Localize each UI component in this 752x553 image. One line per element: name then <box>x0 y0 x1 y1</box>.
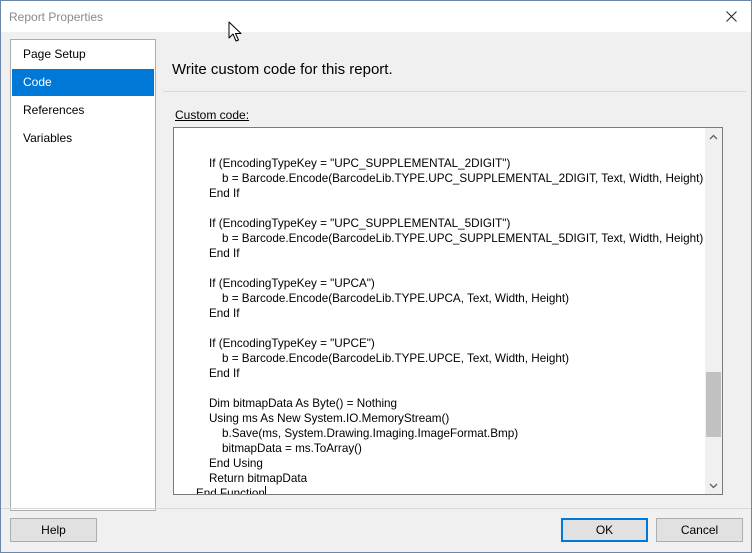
help-button[interactable]: Help <box>10 518 97 542</box>
code-line: End If <box>196 367 240 380</box>
ok-button[interactable]: OK <box>561 518 648 542</box>
scroll-down-button[interactable] <box>705 477 722 494</box>
code-line: End If <box>196 247 240 260</box>
report-properties-dialog: Report Properties Page Setup Code Refere… <box>0 0 752 553</box>
window-title: Report Properties <box>9 10 104 24</box>
page-heading: Write custom code for this report. <box>172 61 393 78</box>
nav-item-page-setup[interactable]: Page Setup <box>12 41 154 68</box>
code-line: Using ms As New System.IO.MemoryStream() <box>196 412 450 425</box>
code-line: bitmapData = ms.ToArray() <box>196 442 362 455</box>
code-line: b = Barcode.Encode(BarcodeLib.TYPE.UPC_S… <box>196 172 704 185</box>
code-line: b = Barcode.Encode(BarcodeLib.TYPE.UPCE,… <box>196 352 569 365</box>
nav-list: Page Setup Code References Variables <box>10 39 156 511</box>
custom-code-label: Custom code: <box>175 108 250 122</box>
close-button[interactable] <box>711 1 751 32</box>
cancel-button[interactable]: Cancel <box>656 518 743 542</box>
code-line: b.Save(ms, System.Drawing.Imaging.ImageF… <box>196 427 519 440</box>
title-bar: Report Properties <box>1 1 751 32</box>
chevron-up-icon <box>709 134 718 139</box>
code-line: End If <box>196 187 240 200</box>
header-divider <box>163 91 746 92</box>
code-line: Dim bitmapData As Byte() = Nothing <box>196 397 398 410</box>
code-line: End Using <box>196 457 263 470</box>
footer-divider <box>1 508 751 509</box>
nav-item-variables[interactable]: Variables <box>12 125 154 152</box>
code-line: If (EncodingTypeKey = "UPCA") <box>196 277 375 290</box>
code-line: If (EncodingTypeKey = "UPC_SUPPLEMENTAL_… <box>196 157 511 170</box>
nav-item-references[interactable]: References <box>12 97 154 124</box>
close-icon <box>725 11 737 22</box>
code-text[interactable]: If (EncodingTypeKey = "UPC_SUPPLEMENTAL_… <box>196 141 704 495</box>
code-line: If (EncodingTypeKey = "UPC_SUPPLEMENTAL_… <box>196 217 511 230</box>
scroll-thumb[interactable] <box>706 371 721 437</box>
code-line: b = Barcode.Encode(BarcodeLib.TYPE.UPCA,… <box>196 292 569 305</box>
mouse-pointer-icon <box>228 21 242 42</box>
code-line: If (EncodingTypeKey = "UPCE") <box>196 337 375 350</box>
custom-code-editor[interactable]: If (EncodingTypeKey = "UPC_SUPPLEMENTAL_… <box>173 127 723 495</box>
nav-item-code[interactable]: Code <box>12 69 154 96</box>
chevron-down-icon <box>709 483 718 488</box>
text-caret <box>264 486 266 494</box>
code-line: Return bitmapData <box>196 472 308 485</box>
scroll-up-button[interactable] <box>705 128 722 145</box>
code-line: End Function <box>196 487 265 495</box>
code-line: b = Barcode.Encode(BarcodeLib.TYPE.UPC_S… <box>196 232 704 245</box>
vertical-scrollbar[interactable] <box>705 128 722 494</box>
code-line: End If <box>196 307 240 320</box>
